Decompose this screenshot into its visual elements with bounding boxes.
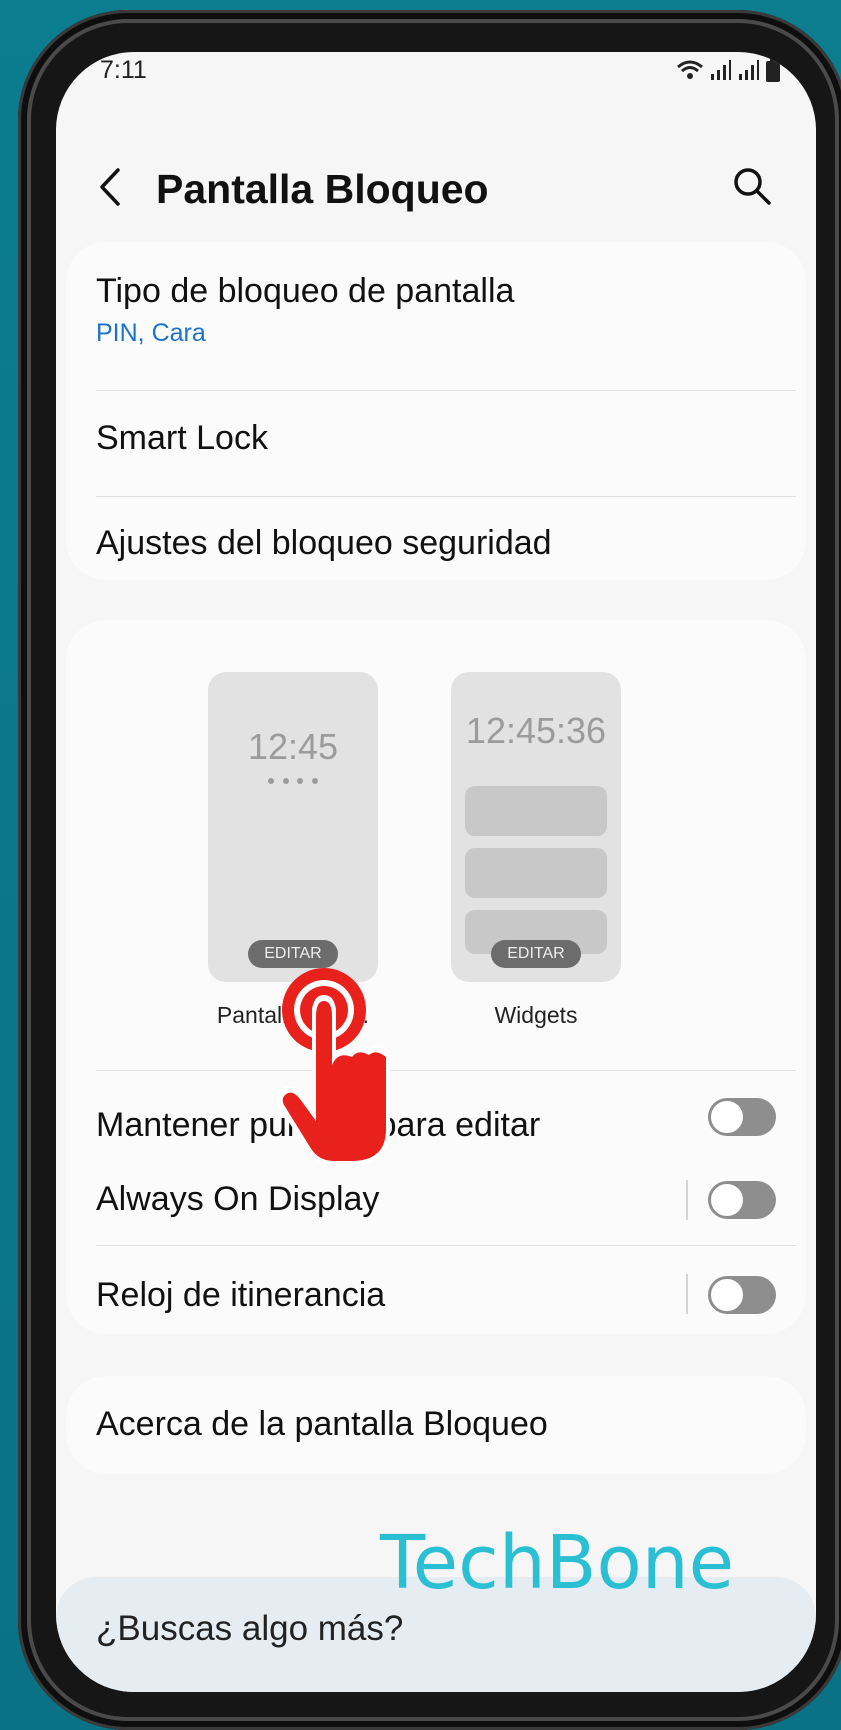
about-card: Acerca de la pantalla Bloqueo [66,1376,806,1474]
status-icons [676,58,780,82]
toggle-row-roaming-clock[interactable]: Reloj de itinerancia [96,1276,776,1315]
toggle-switch[interactable] [708,1181,776,1219]
toggle-row-hold-to-edit[interactable]: Mantener pulsado para editar [96,1106,776,1145]
security-card: Tipo de bloqueo de pantalla PIN, Cara Sm… [66,242,806,580]
battery-icon [766,58,780,82]
divider [96,390,796,391]
lockscreen-toggles-card: Always On Display Reloj de itinerancia [66,1164,806,1334]
status-bar: 7:11 [100,52,780,100]
status-time: 7:11 [100,56,147,84]
signal-icon [711,60,731,80]
list-item-label: Ajustes del bloqueo seguridad [96,524,552,562]
divider [96,1070,796,1071]
toggle-switch[interactable] [708,1276,776,1314]
list-item-security-settings[interactable]: Ajustes del bloqueo seguridad [96,524,776,563]
looking-for-more-label: ¿Buscas algo más? [96,1609,404,1648]
thumbnail-clock: 12:45:36 [465,710,607,751]
edit-button[interactable]: EDITAR [248,940,338,968]
separator [686,1180,688,1220]
thumbnail-caption: Widgets [494,1002,578,1028]
widget-block [465,786,607,836]
list-item-lock-type[interactable]: Tipo de bloqueo de pantalla PIN, Cara [96,272,776,348]
list-item-label: Smart Lock [96,419,268,457]
phone-screen: 7:11 Pantalla Bloqueo Tipo de bloqueo de… [56,52,816,1692]
list-item-label: Tipo de bloqueo de pantalla [96,272,515,310]
list-item-sublabel: PIN, Cara [96,319,206,347]
toggle-label: Reloj de itinerancia [96,1276,386,1314]
signal-icon-2 [739,60,759,80]
search-icon[interactable] [732,166,772,206]
tap-hand-icon [276,968,390,1165]
lockscreen-thumbnail[interactable]: 12:45 EDITAR [208,672,378,982]
list-item-smart-lock[interactable]: Smart Lock [96,419,776,458]
toggle-switch[interactable] [708,1098,776,1136]
list-item-label: Acerca de la pantalla Bloqueo [96,1405,548,1443]
list-item-about[interactable]: Acerca de la pantalla Bloqueo [96,1405,776,1444]
back-arrow-icon[interactable] [92,164,132,210]
toggle-knob [710,1100,744,1134]
toggle-row-always-on-display[interactable]: Always On Display [96,1180,776,1219]
edit-button[interactable]: EDITAR [491,940,581,968]
watermark: TechBone [380,1520,735,1606]
divider [96,1245,796,1246]
toggle-label: Mantener pulsado para editar [96,1106,541,1144]
widgets-thumbnail[interactable]: 12:45:36 EDITAR [451,672,621,982]
wifi-icon [677,60,703,79]
widget-block [465,848,607,898]
thumbnail-clock: 12:45 [247,726,339,767]
page-title: Pantalla Bloqueo [156,166,489,212]
toggle-knob [710,1183,744,1217]
app-header: Pantalla Bloqueo [56,142,816,232]
pin-dots-icon [268,778,318,786]
toggle-knob [710,1278,744,1312]
separator [686,1274,688,1314]
toggle-label: Always On Display [96,1180,380,1218]
divider [96,496,796,497]
